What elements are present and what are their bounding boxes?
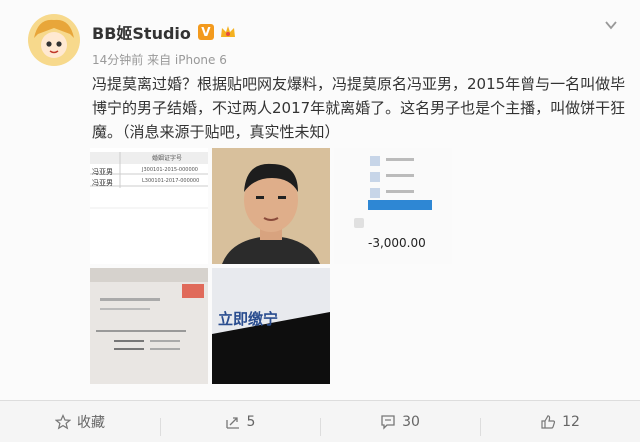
like-button[interactable]: 12: [480, 413, 640, 436]
favorite-label: 收藏: [77, 414, 105, 431]
comment-count: 30: [402, 413, 420, 430]
doc-code-2: L300101-2017-000000: [142, 178, 200, 184]
ticket-text: 立即缴宁: [218, 310, 279, 328]
image-thumbnail-screen-photo[interactable]: [90, 268, 208, 384]
thumbs-up-icon: [541, 414, 556, 429]
favorite-button[interactable]: 收藏: [0, 412, 160, 432]
verified-badge: V: [197, 24, 214, 40]
post-meta: 14分钟前 来自 iPhone 6: [92, 53, 227, 67]
doc-name-2: 冯亚男: [92, 179, 113, 187]
repost-button[interactable]: 5: [160, 413, 320, 436]
weibo-post-card: BB姬Studio V 14分钟前 来自 iPhone 6 冯提莫离过婚？根据贴…: [0, 0, 640, 400]
crown-icon: [220, 26, 235, 37]
user-name[interactable]: BB姬Studio: [92, 20, 191, 44]
image-thumbnail-portrait[interactable]: [212, 148, 330, 264]
star-icon: [55, 413, 71, 429]
image-thumbnail-redacted[interactable]: 立即缴宁: [212, 268, 330, 384]
repost-count: 5: [246, 413, 256, 430]
chevron-down-icon[interactable]: [604, 18, 618, 32]
repost-icon: [225, 416, 239, 429]
doc-name-1: 冯亚男: [92, 168, 113, 176]
comment-button[interactable]: 30: [320, 413, 480, 436]
action-bar: 收藏 5 30 12: [0, 400, 640, 442]
doc-header: 婚姻证字号: [152, 155, 183, 162]
comment-icon: [381, 414, 395, 430]
like-count: 12: [562, 413, 580, 430]
image-thumbnail-payment[interactable]: -3,000.00: [334, 148, 452, 264]
avatar[interactable]: [28, 14, 80, 66]
doc-code-1: J300101-2015-000000: [142, 167, 198, 173]
post-text: 冯提莫离过婚？根据贴吧网友爆料，冯提莫原名冯亚男，2015年曾与一名叫做毕博宁的…: [92, 75, 626, 141]
image-thumbnail-document[interactable]: 婚姻证字号 冯亚男 J300101-2015-000000 冯亚男 L30010…: [90, 148, 208, 264]
payment-amount: -3,000.00: [368, 236, 426, 250]
